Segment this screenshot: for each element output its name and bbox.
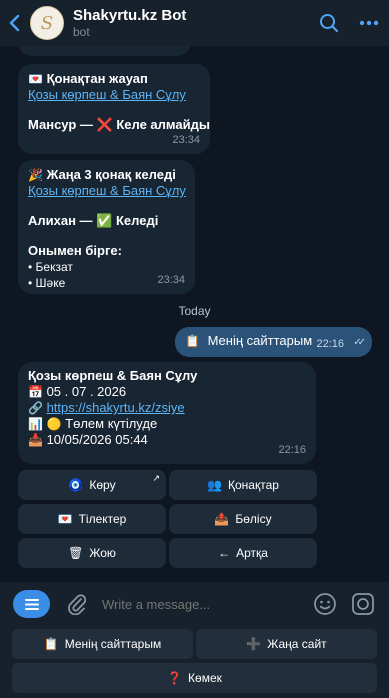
reply-keyboard: 📋 Менің сайттарым ➕ Жаңа сайт ❓ Көмек [0, 626, 389, 698]
guests-button[interactable]: 👥 Қонақтар [169, 470, 317, 500]
created-date: 10/05/2026 05:44 [46, 432, 148, 447]
more-icon[interactable] [349, 0, 389, 46]
trash-icon: 🗑 [68, 546, 84, 560]
camera-icon[interactable] [351, 592, 375, 616]
view-button[interactable]: 🧿 Көру ↗ [18, 470, 166, 500]
outgoing-text: Менің сайттарым [207, 333, 313, 348]
back-button-inline[interactable]: ← Артқа [169, 538, 317, 568]
message-input-bar [0, 582, 389, 626]
site-date: 05 . 07 . 2026 [46, 384, 127, 399]
message-time: 22:16 [278, 444, 306, 456]
plus-icon: ➕ [246, 637, 262, 651]
help-button[interactable]: ❓ Көмек [12, 663, 377, 693]
button-label: Менің сайттарым [64, 637, 162, 651]
button-label: Көмек [188, 671, 222, 685]
people-icon: 👥 [207, 478, 222, 492]
message-bubble-new-guests: 🎉 Жаңа 3 қонақ келеді Қозы көрпеш & Баян… [18, 160, 195, 294]
letter-icon: 💌 [57, 512, 73, 526]
attach-icon[interactable] [66, 592, 88, 616]
question-icon: ❓ [167, 671, 183, 685]
eye-icon: 🧿 [68, 478, 84, 492]
read-status-icon: ✓✓ [353, 337, 366, 348]
site-link[interactable]: Қозы көрпеш & Баян Сұлу [28, 87, 200, 103]
clipboard-icon: 📋 [185, 334, 200, 348]
sticker-icon[interactable] [313, 592, 337, 616]
new-site-button[interactable]: ➕ Жаңа сайт [196, 629, 377, 659]
outgoing-message: 📋 Менің сайттарым 22:16 ✓✓ [175, 327, 372, 357]
chat-title[interactable]: Shakyrtu.kz Bot [73, 7, 309, 25]
date-separator: Today [178, 304, 211, 318]
button-label: Артқа [236, 546, 268, 560]
message-bubble-guest-response: 💌 Қонақтан жауап Қозы көрпеш & Баян Сұлу… [18, 64, 210, 154]
message-time: 23:34 [172, 134, 200, 146]
wishes-button[interactable]: 💌 Тілектер [18, 504, 166, 534]
site-link[interactable]: Қозы көрпеш & Баян Сұлу [28, 183, 186, 199]
inbox-icon: 📥 [28, 433, 43, 447]
chat-area[interactable]: 23:34 💌 Қонақтан жауап Қозы көрпеш & Бая… [0, 0, 389, 582]
message-body: Мансур — ❌ Келе алмайды [28, 117, 210, 132]
message-time: 22:16 [316, 338, 344, 350]
avatar[interactable]: S [30, 6, 64, 40]
clipboard-icon: 📋 [43, 637, 59, 651]
message-input[interactable] [102, 596, 313, 612]
button-label: Қонақтар [228, 478, 279, 492]
letter-icon: 💌 [28, 72, 43, 86]
calendar-icon: 📅 [28, 385, 43, 399]
message-body: Алихан — ✅ Келеді [28, 213, 159, 228]
with-label: Онымен бірге: [28, 243, 122, 258]
menu-icon[interactable] [13, 590, 50, 618]
link-icon: 🔗 [28, 401, 43, 415]
external-arrow-icon: ↗ [152, 473, 160, 483]
chat-header: S Shakyrtu.kz Bot bot [0, 0, 389, 46]
outbox-icon: 📤 [214, 512, 230, 526]
chat-subtitle: bot [73, 24, 90, 39]
share-button[interactable]: 📤 Бөлісу [169, 504, 317, 534]
button-label: Бөлісу [235, 512, 272, 526]
button-label: Жою [89, 546, 116, 560]
left-arrow-icon: ← [218, 546, 231, 560]
party-icon: 🎉 [28, 168, 43, 182]
site-url[interactable]: https://shakyrtu.kz/zsiye [47, 400, 185, 415]
site-card-message: Қозы көрпеш & Баян Сұлу 📅 05 . 07 . 2026… [18, 362, 316, 464]
delete-button[interactable]: 🗑 Жою [18, 538, 166, 568]
payment-status: Төлем күтілуде [65, 416, 158, 431]
button-label: Тілектер [78, 512, 127, 526]
site-title: Қозы көрпеш & Баян Сұлу [28, 368, 198, 383]
message-title: Жаңа 3 қонақ келеді [46, 167, 176, 182]
button-label: Көру [89, 478, 116, 492]
search-icon[interactable] [309, 0, 349, 46]
yellow-dot-icon: 🟡 [46, 417, 62, 431]
chart-icon: 📊 [28, 417, 43, 431]
back-icon[interactable] [0, 0, 28, 46]
message-title: Қонақтан жауап [46, 71, 148, 86]
button-label: Жаңа сайт [267, 637, 327, 651]
message-time: 23:34 [157, 274, 185, 286]
my-sites-button[interactable]: 📋 Менің сайттарым [12, 629, 193, 659]
